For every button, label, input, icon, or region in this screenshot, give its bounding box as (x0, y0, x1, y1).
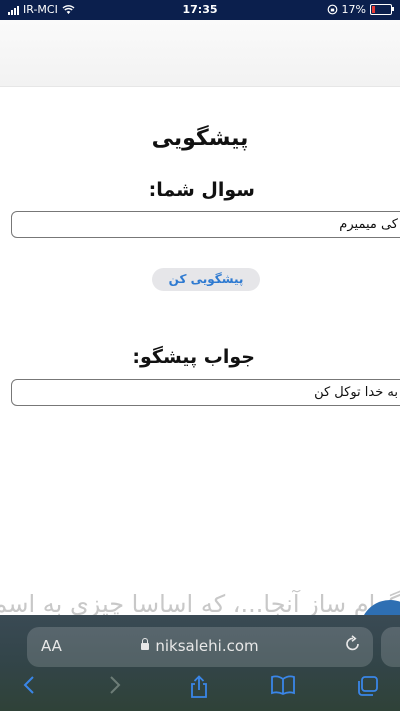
page-title: پیشگویی (151, 126, 249, 151)
url-display[interactable]: niksalehi.com (27, 637, 373, 655)
tabs-icon[interactable] (352, 675, 382, 705)
safari-toolbar (0, 675, 400, 705)
status-bar: IR-MCI 17:35 17% (0, 0, 400, 20)
share-icon[interactable] (184, 675, 214, 705)
predict-button[interactable]: پیشگویی کن (152, 268, 260, 291)
bookmarks-icon[interactable] (268, 675, 298, 705)
url-text: niksalehi.com (155, 637, 259, 655)
page-header-strip (0, 20, 400, 87)
status-right: 17% (327, 3, 394, 16)
question-label: سوال شما: (148, 179, 255, 201)
next-tab-card[interactable] (381, 627, 400, 667)
address-bar[interactable]: AA niksalehi.com (27, 627, 373, 667)
answer-field: به خدا توکل کن (11, 379, 400, 406)
battery-icon (370, 4, 394, 15)
battery-fill (372, 6, 375, 13)
forward-icon[interactable] (100, 675, 130, 705)
question-input[interactable]: کی میمیرم (11, 211, 400, 238)
answer-label: جواب پیشگو: (132, 346, 255, 368)
safari-bottom-bar: AA niksalehi.com (0, 615, 400, 711)
back-icon[interactable] (14, 675, 44, 705)
page-content: پیشگویی سوال شما: کی میمیرم پیشگویی کن ج… (0, 86, 400, 601)
battery-percent: 17% (341, 3, 366, 16)
orientation-lock-icon (327, 4, 338, 15)
lock-icon (141, 638, 150, 650)
reload-icon[interactable] (345, 635, 361, 653)
